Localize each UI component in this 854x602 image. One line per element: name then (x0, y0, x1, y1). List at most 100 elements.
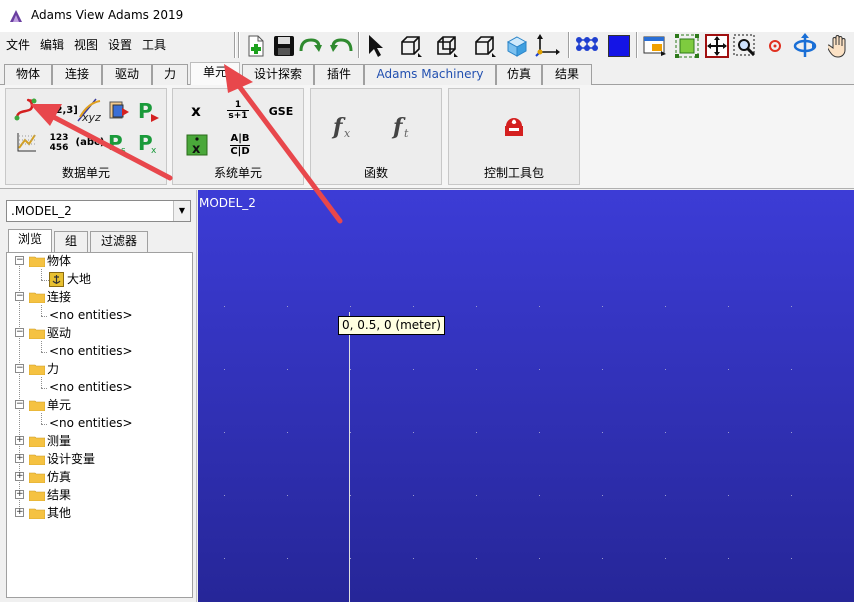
subtab-browse[interactable]: 浏览 (8, 229, 52, 252)
grid-dot (539, 432, 540, 433)
array-icon[interactable]: [1,2,3] (40, 101, 78, 119)
tab-motions[interactable]: 驱动 (102, 64, 152, 85)
transfer-function-icon[interactable]: 1 s+1 (223, 95, 253, 125)
tree-expander[interactable]: + (15, 454, 24, 463)
differential-eq-icon[interactable]: x (185, 133, 209, 157)
linear-state-icon[interactable]: A|B C|D (225, 131, 255, 159)
new-model-icon[interactable] (243, 33, 269, 59)
zoom-box-icon[interactable] (732, 33, 758, 59)
tab-design-exploration[interactable]: 设计探索 (242, 64, 314, 85)
tab-bodies[interactable]: 物体 (4, 64, 52, 85)
tree-node-design-variables[interactable]: + 设计变量 (7, 451, 192, 467)
menu-view[interactable]: 视图 (74, 36, 98, 53)
function-builder-icon[interactable]: fx (329, 111, 359, 141)
grid-dot (602, 369, 603, 370)
grid-icon[interactable] (574, 33, 600, 59)
iso-view-icon[interactable] (434, 33, 460, 59)
tree-expander[interactable]: − (15, 328, 24, 337)
fit-icon[interactable] (674, 33, 700, 59)
tab-simulation[interactable]: 仿真 (496, 64, 542, 85)
tree-expander[interactable]: − (15, 256, 24, 265)
tree-node-elements[interactable]: − 单元 (7, 397, 192, 413)
tree-expander[interactable]: + (15, 472, 24, 481)
svg-text:s: s (121, 146, 126, 154)
group-label-control-toolkit: 控制工具包 (483, 166, 544, 180)
state-variable-icon[interactable]: x (185, 101, 207, 121)
model-selector[interactable]: .MODEL_2 ▼ (6, 200, 191, 222)
shaded-view-icon[interactable] (504, 33, 530, 59)
tree-expander[interactable]: − (15, 400, 24, 409)
matrix-icon[interactable]: 123 456 (44, 131, 74, 155)
curve-data-icon[interactable] (14, 129, 40, 155)
menu-tools[interactable]: 工具 (142, 36, 166, 53)
tree-node-simulations[interactable]: + 仿真 (7, 469, 192, 485)
tree-node-connectors[interactable]: − 连接 (7, 289, 192, 305)
tab-results[interactable]: 结果 (542, 64, 592, 85)
gse-icon[interactable]: GSE (265, 101, 297, 121)
control-toolkit-icon[interactable] (499, 113, 529, 141)
tree-empty-item: <no entities> (49, 344, 133, 358)
tree-expander[interactable]: − (15, 364, 24, 373)
tab-connectors[interactable]: 连接 (52, 64, 102, 85)
undo-icon[interactable] (328, 33, 354, 59)
select-arrow-icon[interactable] (362, 33, 388, 59)
triad-icon[interactable] (534, 33, 560, 59)
front-view-icon[interactable] (398, 33, 424, 59)
group-functions: fx ft 函数 (310, 88, 442, 185)
string-icon[interactable]: (abc) (74, 133, 106, 151)
menu-settings[interactable]: 设置 (108, 36, 132, 53)
tab-plugins[interactable]: 插件 (314, 64, 364, 85)
pan-hand-icon[interactable] (826, 33, 852, 59)
tree-label: 驱动 (47, 326, 72, 340)
tree-expander[interactable]: + (15, 508, 24, 517)
tree-node-motions[interactable]: − 驱动 (7, 325, 192, 341)
tree-node-ground[interactable]: 大地 (7, 271, 192, 287)
tree-label: 大地 (67, 272, 92, 286)
grid-dot (224, 495, 225, 496)
plant-state-icon[interactable]: Ps (106, 129, 132, 155)
grid-dot (728, 306, 729, 307)
tree-node-bodies[interactable]: − 物体 (7, 253, 192, 269)
tree-expander[interactable]: − (15, 292, 24, 301)
grid-dot (287, 369, 288, 370)
tree-node-forces[interactable]: − 力 (7, 361, 192, 377)
subtab-groups[interactable]: 组 (54, 231, 88, 252)
tab-adams-machinery[interactable]: Adams Machinery (364, 64, 496, 85)
toolbar-separator (234, 32, 236, 58)
tree-label: 仿真 (47, 470, 72, 484)
color-swatch-icon[interactable] (606, 33, 632, 59)
rotate-icon[interactable] (792, 33, 818, 59)
grid-dot (224, 369, 225, 370)
tree-node-results[interactable]: + 结果 (7, 487, 192, 503)
export-icon[interactable] (106, 97, 132, 123)
grid-dot (224, 432, 225, 433)
group-label-functions: 函数 (363, 166, 388, 180)
rotate-center-icon[interactable] (762, 33, 788, 59)
plant-input-icon[interactable]: P (136, 97, 162, 123)
menu-edit[interactable]: 编辑 (40, 36, 64, 53)
abcd-bottom: C|D (230, 145, 250, 157)
zoom-fit-icon[interactable] (704, 33, 730, 59)
menu-file[interactable]: 文件 (6, 36, 30, 53)
grid-dot (476, 306, 477, 307)
redo-icon[interactable] (298, 33, 324, 59)
render-icon[interactable] (642, 33, 668, 59)
subtab-filters[interactable]: 过滤器 (90, 231, 148, 252)
grid-dot (539, 558, 540, 559)
tab-elements[interactable]: 单元 (190, 62, 240, 86)
chevron-down-icon[interactable]: ▼ (173, 201, 190, 221)
graphics-viewport[interactable]: MODEL_2 0, 0.5, 0 (meter) (198, 190, 854, 602)
tree-expander[interactable]: + (15, 490, 24, 499)
tab-forces[interactable]: 力 (152, 64, 188, 85)
function-time-icon[interactable]: ft (389, 111, 419, 141)
tree-expander[interactable]: + (15, 436, 24, 445)
tree-node-other[interactable]: + 其他 (7, 505, 192, 521)
tree-node-measures[interactable]: + 测量 (7, 433, 192, 449)
wireframe-view-icon[interactable] (472, 33, 498, 59)
xyz-label: xyz (81, 111, 101, 123)
grid-dot (350, 558, 351, 559)
plant-output-icon[interactable]: Px (136, 129, 162, 155)
save-icon[interactable] (271, 33, 297, 59)
spline-icon[interactable] (14, 97, 40, 123)
point-curve-icon[interactable]: xyz (76, 97, 104, 123)
